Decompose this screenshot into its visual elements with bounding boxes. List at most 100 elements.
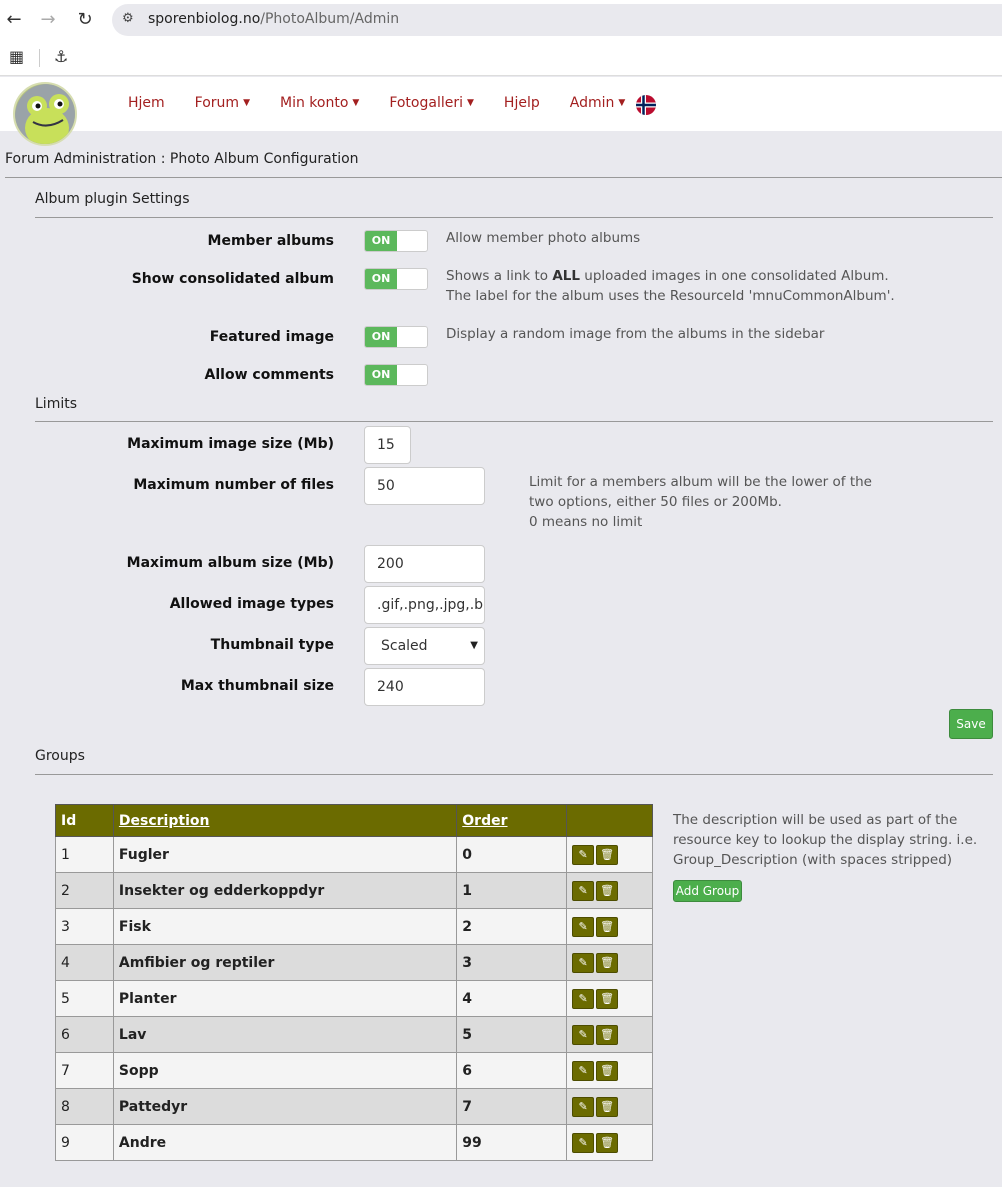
caret-down-icon: ▼: [618, 98, 626, 108]
address-bar[interactable]: ⚙ sporenbiolog.no/PhotoAlbum/Admin: [112, 4, 1002, 36]
edit-icon[interactable]: ✎: [572, 844, 595, 865]
max-files-label: Maximum number of files: [133, 477, 334, 493]
bookmarks-bar: ▦ ⚓: [0, 40, 1002, 76]
breadcrumb: Forum Administration : Photo Album Confi…: [5, 151, 359, 167]
group-id: 9: [55, 1124, 114, 1161]
max-thumbnail-input[interactable]: 240: [364, 668, 485, 706]
group-description: Insekter og edderkoppdyr: [112, 872, 458, 909]
trash-icon[interactable]: 🗑: [596, 916, 619, 937]
group-id: 4: [55, 944, 114, 981]
section-divider: [35, 421, 993, 422]
menu-home[interactable]: Hjem: [128, 95, 165, 111]
edit-icon[interactable]: ✎: [572, 1096, 595, 1117]
trash-icon[interactable]: 🗑: [596, 880, 619, 901]
image-types-input[interactable]: .gif,.png,.jpg,.b: [364, 586, 485, 624]
edit-icon[interactable]: ✎: [572, 1060, 595, 1081]
save-button[interactable]: Save: [949, 709, 993, 739]
group-actions: ✎ 🗑: [566, 1088, 653, 1125]
bookmark-icon[interactable]: ⚓: [54, 47, 68, 66]
max-album-size-input[interactable]: 200: [364, 545, 485, 583]
group-id: 1: [55, 836, 114, 873]
apps-grid-icon[interactable]: ▦: [9, 47, 24, 66]
section-divider: [35, 217, 993, 218]
featured-image-toggle[interactable]: ON: [364, 326, 428, 348]
edit-icon[interactable]: ✎: [572, 916, 595, 937]
group-description: Planter: [112, 980, 458, 1017]
group-order: 5: [456, 1016, 568, 1053]
menu-forum[interactable]: Forum ▼: [195, 95, 250, 111]
consolidated-album-toggle[interactable]: ON: [364, 268, 428, 290]
allow-comments-label: Allow comments: [204, 367, 334, 383]
caret-down-icon: ▼: [467, 98, 474, 108]
group-id: 3: [55, 908, 114, 945]
edit-icon[interactable]: ✎: [572, 1132, 595, 1153]
menu-help[interactable]: Hjelp: [504, 95, 540, 111]
browser-toolbar: ← → ↻ ⚙ sporenbiolog.no/PhotoAlbum/Admin: [0, 0, 1002, 40]
norway-flag-icon[interactable]: [636, 95, 656, 115]
group-order: 99: [456, 1124, 568, 1161]
featured-image-label: Featured image: [209, 329, 334, 345]
group-actions: ✎ 🗑: [566, 1124, 653, 1161]
group-actions: ✎ 🗑: [566, 872, 653, 909]
featured-image-help: Display a random image from the albums i…: [446, 326, 825, 342]
edit-icon[interactable]: ✎: [572, 880, 595, 901]
group-actions: ✎ 🗑: [566, 1016, 653, 1053]
trash-icon[interactable]: 🗑: [596, 1096, 619, 1117]
member-albums-toggle[interactable]: ON: [364, 230, 428, 252]
trash-icon[interactable]: 🗑: [596, 1024, 619, 1045]
site-header: Hjem Forum ▼ Min konto ▼ Fotogalleri ▼ Hjel…: [0, 77, 1002, 146]
group-order: 1: [456, 872, 568, 909]
group-description: Amfibier og reptiler: [112, 944, 458, 981]
group-description: Andre: [112, 1124, 458, 1161]
member-albums-help: Allow member photo albums: [446, 230, 641, 246]
image-types-label: Allowed image types: [169, 596, 334, 612]
menu-admin[interactable]: Admin ▼: [570, 95, 626, 111]
edit-icon[interactable]: ✎: [572, 1024, 595, 1045]
trash-icon[interactable]: 🗑: [596, 844, 619, 865]
trash-icon[interactable]: 🗑: [596, 1060, 619, 1081]
thumbnail-type-label: Thumbnail type: [210, 637, 334, 653]
max-thumbnail-label: Max thumbnail size: [180, 678, 334, 694]
table-row: 6 Lav 5 ✎ 🗑: [55, 1016, 653, 1053]
bookmarks-separator: [39, 49, 40, 67]
group-actions: ✎ 🗑: [566, 944, 653, 981]
edit-icon[interactable]: ✎: [572, 952, 595, 973]
table-row: 8 Pattedyr 7 ✎ 🗑: [55, 1088, 653, 1125]
max-files-input[interactable]: 50: [364, 467, 485, 505]
trash-icon[interactable]: 🗑: [596, 952, 619, 973]
trash-icon[interactable]: 🗑: [596, 1132, 619, 1153]
menu-account[interactable]: Min konto ▼: [280, 95, 359, 111]
group-id: 5: [55, 980, 114, 1017]
group-id: 2: [55, 872, 114, 909]
reload-icon[interactable]: ↻: [74, 9, 96, 31]
group-id: 8: [55, 1088, 114, 1125]
allow-comments-toggle[interactable]: ON: [364, 364, 428, 386]
group-description: Pattedyr: [112, 1088, 458, 1125]
table-row: 9 Andre 99 ✎ 🗑: [55, 1124, 653, 1161]
edit-icon[interactable]: ✎: [572, 988, 595, 1009]
group-description: Fugler: [112, 836, 458, 873]
max-image-size-input[interactable]: 15: [364, 426, 411, 464]
forward-icon[interactable]: →: [37, 9, 59, 31]
thumbnail-type-select[interactable]: Scaled ▼: [364, 627, 485, 665]
group-actions: ✎ 🗑: [566, 980, 653, 1017]
section-limits: Limits: [35, 396, 77, 412]
section-divider: [35, 774, 993, 775]
back-icon[interactable]: ←: [3, 9, 25, 31]
group-order: 3: [456, 944, 568, 981]
groups-table: Id Description Order 1 Fugler 0 ✎ 🗑 2 Insekter…: [55, 804, 653, 1161]
table-row: 3 Fisk 2 ✎ 🗑: [55, 908, 653, 945]
trash-icon[interactable]: 🗑: [596, 988, 619, 1009]
group-order: 4: [456, 980, 568, 1017]
frog-logo[interactable]: [13, 82, 77, 146]
table-row: 5 Planter 4 ✎ 🗑: [55, 980, 653, 1017]
header-id: Id: [55, 804, 114, 837]
add-group-button[interactable]: Add Group: [673, 880, 742, 902]
menu-gallery[interactable]: Fotogalleri ▼: [389, 95, 474, 111]
header-description[interactable]: Description: [112, 804, 458, 837]
group-actions: ✎ 🗑: [566, 908, 653, 945]
group-actions: ✎ 🗑: [566, 836, 653, 873]
section-album-settings: Album plugin Settings: [35, 191, 190, 207]
header-order[interactable]: Order: [456, 804, 568, 837]
site-settings-icon[interactable]: ⚙: [122, 11, 134, 26]
